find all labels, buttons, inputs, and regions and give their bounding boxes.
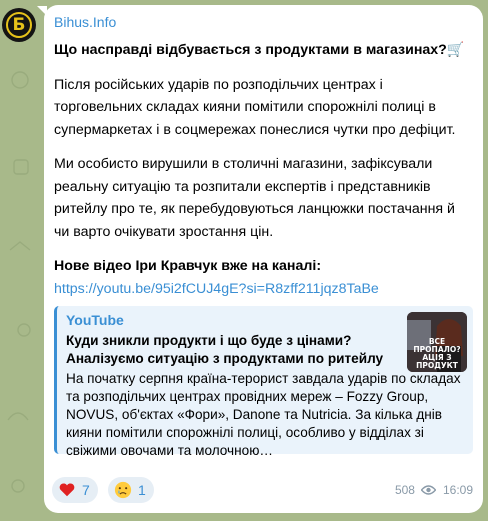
eye-icon <box>420 485 436 495</box>
heart-icon <box>59 483 75 497</box>
avatar-logo: Б <box>6 12 32 38</box>
channel-avatar[interactable]: Б <box>2 8 36 42</box>
message-paragraph-1: Після російських ударів по розподільчих … <box>54 76 456 138</box>
preview-description: На початку серпня країна-терорист завдал… <box>66 371 461 458</box>
reaction-count: 1 <box>138 482 146 498</box>
youtube-link[interactable]: https://youtu.be/95i2fCUJ4gE?si=R8zff211… <box>54 281 379 297</box>
reaction-crying[interactable]: 1 <box>108 477 154 503</box>
crying-face-icon <box>114 481 132 499</box>
reaction-count: 7 <box>82 482 90 498</box>
channel-name[interactable]: Bihus.Info <box>54 13 471 31</box>
thumbnail-caption: ВСЕ ПРОПАЛО? АЦІЯ З ПРОДУКТ <box>413 337 461 370</box>
preview-thumbnail[interactable]: ВСЕ ПРОПАЛО? АЦІЯ З ПРОДУКТ <box>407 312 467 372</box>
message-bubble: Bihus.Info Що насправді відбувається з п… <box>44 5 483 513</box>
shopping-cart-icon: 🛒 <box>446 42 465 58</box>
preview-title: Куди зникли продукти і що буде з цінами?… <box>66 333 384 366</box>
message-headline: Що насправді відбувається з продуктами в… <box>54 39 471 62</box>
reaction-heart[interactable]: 7 <box>52 477 98 503</box>
message-meta: 508 16:09 <box>395 483 473 497</box>
preview-site-name: YouTube <box>66 312 124 328</box>
new-video-line: Нове відео Іри Кравчук вже на каналі: <box>54 258 322 274</box>
headline-text: Що насправді відбувається з продуктами в… <box>54 42 447 58</box>
message-footer: 7 1 508 16:09 <box>52 477 473 503</box>
message-time: 16:09 <box>442 483 473 497</box>
view-count: 508 <box>394 483 415 497</box>
message-paragraph-2: Ми особисто вирушили в столичні магазини… <box>54 156 455 240</box>
message-text: Що насправді відбувається з продуктами в… <box>54 39 471 300</box>
link-preview[interactable]: YouTube Куди зникли продукти і що буде з… <box>54 306 473 458</box>
